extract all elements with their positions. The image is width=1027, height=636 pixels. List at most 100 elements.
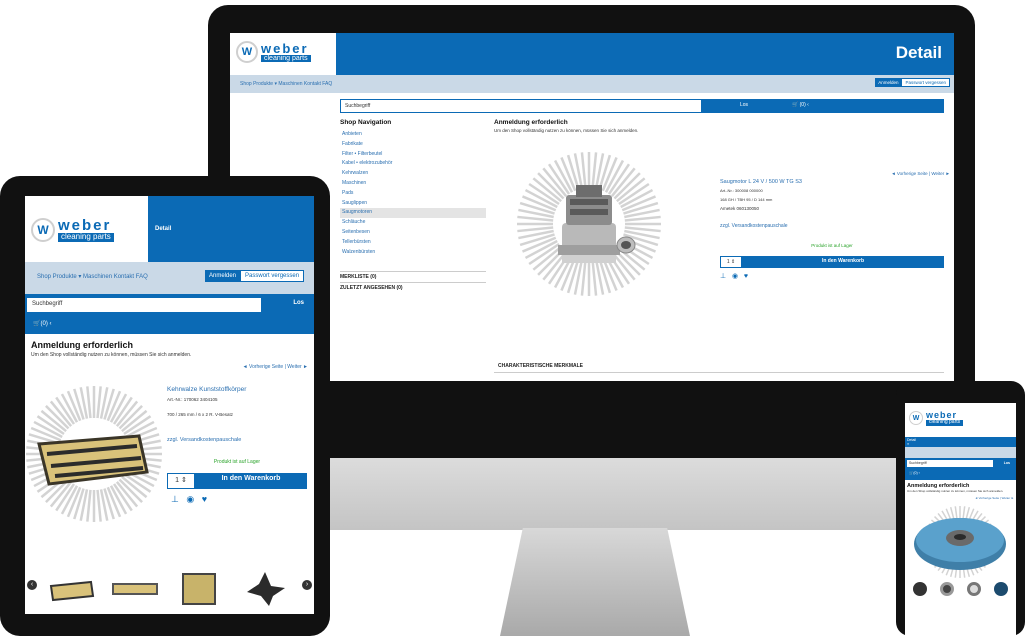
main-nav-links[interactable]: Shop Produkte ▾ Maschinen Kontakt FAQ — [240, 81, 332, 87]
product-image-vacuum-motor[interactable] — [514, 149, 664, 299]
product-name: Saugmotor L 24 V / 500 W TG S3 — [720, 179, 802, 185]
characteristics-section: CHARAKTERISTISCHE MERKMALE Produktgruppe… — [494, 357, 944, 381]
product-dimensions: 700 / 265 mm / 6 x 2 R. V-Besatz — [167, 412, 234, 417]
quantity-value: 1 — [726, 259, 730, 265]
thumbnail-4[interactable] — [241, 568, 289, 608]
quantity-stepper[interactable]: 1 ⇕ — [167, 473, 195, 489]
shipping-link[interactable]: zzgl. Versandkostenpauschale — [720, 223, 944, 229]
forgot-password-button[interactable]: Passwort vergessen — [240, 270, 305, 282]
category-list: Anbieten Fabrikate Filter • Filterbeutel Ka… — [340, 130, 486, 257]
tablet-device: W weber cleaning parts Detail Shop Produ… — [0, 176, 330, 636]
shop-nav-heading: Shop Navigation — [340, 119, 392, 126]
merkliste-toggle[interactable]: MERKLISTE (0) — [340, 271, 486, 282]
search-button[interactable]: Los — [702, 99, 786, 113]
login-required-heading: Anmeldung erforderlich — [494, 119, 568, 126]
stock-status: Produkt ist auf Lager — [811, 243, 853, 248]
search-button[interactable]: Los — [1004, 461, 1010, 465]
phone-nav-bar — [905, 447, 1016, 458]
phone-device: W weber cleaning parts Detail ≡ Suchbegr… — [896, 381, 1025, 636]
category-link[interactable]: Pads — [340, 189, 486, 199]
category-link[interactable]: Schläuche — [340, 218, 486, 228]
tablet-screen: W weber cleaning parts Detail Shop Produ… — [25, 196, 314, 614]
cart-button[interactable]: 🛒(0) ‹ — [33, 320, 51, 327]
desktop-screen: W weber cleaning parts Detail Shop Produ… — [230, 33, 954, 381]
search-input[interactable]: Suchbegriff — [340, 99, 702, 113]
category-link[interactable]: Kabel • elektrozubehör — [340, 159, 486, 169]
product-image-disc-brush[interactable] — [907, 506, 1014, 578]
add-to-cart-button[interactable]: In den Warenkorb — [195, 473, 307, 489]
thumbnail-2[interactable] — [111, 568, 159, 608]
category-link[interactable]: Kehrwalzen — [340, 169, 486, 179]
desktop-main-content: Anmeldung erforderlich Um den Shop volls… — [494, 119, 950, 373]
view-icon[interactable]: ◉ — [186, 494, 194, 504]
pager-links[interactable]: ◄ Vorherige Seite | Weiter ► — [907, 496, 1014, 500]
cart-button[interactable]: 🛒 (0) ‹ — [786, 99, 944, 113]
search-input[interactable]: Suchbegriff — [907, 460, 993, 467]
forgot-password-button[interactable]: Passwort vergessen — [901, 78, 950, 87]
weber-logo[interactable]: W weber cleaning parts — [909, 411, 964, 426]
previous-page-link[interactable]: ◄ Vorherige Seite — [243, 364, 284, 370]
cart-icon: 🛒 — [792, 102, 799, 108]
thumbnail-1[interactable] — [913, 582, 928, 596]
login-required-text: Um den Shop vollständig nutzen zu können… — [907, 489, 1004, 493]
tablet-header: W weber cleaning parts Detail — [25, 196, 314, 262]
page-title: Detail — [155, 226, 172, 232]
weber-logo[interactable]: W weber cleaning parts — [31, 218, 114, 242]
login-button[interactable]: Anmelden — [205, 270, 241, 282]
pager-separator: | — [284, 364, 286, 370]
cart-count: (0) ‹ — [913, 471, 920, 475]
phone-header: W weber cleaning parts — [905, 403, 1016, 437]
pin-icon[interactable]: ⊥ — [720, 273, 726, 280]
thumbnail-1[interactable] — [47, 568, 95, 608]
thumbnail-2[interactable] — [940, 582, 955, 596]
carousel-prev-icon[interactable]: ‹ — [27, 580, 37, 590]
ametek-number: Ametek 060130050 — [720, 206, 760, 211]
category-link[interactable]: Maschinen — [340, 179, 486, 189]
previous-page-link[interactable]: ◄ Vorherige Seite — [891, 171, 927, 176]
carousel-next-icon[interactable]: › — [302, 580, 312, 590]
desktop-search-bar: Suchbegriff Los 🛒 (0) ‹ — [340, 99, 944, 113]
pin-icon[interactable]: ⊥ — [171, 494, 179, 504]
next-page-link[interactable]: Weiter ► — [931, 171, 950, 176]
product-image-sweeper-roller[interactable] — [25, 384, 169, 524]
next-page-link[interactable]: Weiter ► — [287, 364, 308, 370]
thumbnail-3[interactable] — [175, 568, 223, 608]
table-row: ProduktgruppeSaugmotoren und Zubehör — [494, 373, 944, 381]
category-link[interactable]: Sauglippen — [340, 199, 486, 209]
characteristics-heading: CHARAKTERISTISCHE MERKMALE — [494, 357, 944, 373]
logo-badge: W — [909, 411, 923, 426]
menu-icon[interactable]: ≡ — [907, 442, 1014, 446]
category-link[interactable]: Tellerbürsten — [340, 238, 486, 248]
cart-button[interactable]: 🛒(0) ‹ — [909, 471, 920, 475]
logo-word: weber — [58, 217, 112, 235]
category-link[interactable]: Saugmotoren — [340, 208, 486, 219]
favorite-heart-icon[interactable]: ♥ — [744, 273, 748, 280]
weber-logo[interactable]: W weber cleaning parts — [236, 41, 311, 63]
desktop-nav-bar: Shop Produkte ▾ Maschinen Kontakt FAQ An… — [230, 75, 954, 93]
category-link[interactable]: Anbieten — [340, 130, 486, 140]
logo-tagline: cleaning parts — [926, 419, 964, 426]
search-input[interactable]: Suchbegriff — [27, 298, 261, 312]
quantity-stepper[interactable]: 1 ⇕ — [720, 256, 742, 268]
login-button[interactable]: Anmelden — [875, 78, 902, 87]
thumbnail-3[interactable] — [966, 582, 981, 596]
desktop-header: W weber cleaning parts Detail — [230, 33, 954, 75]
view-icon[interactable]: ◉ — [732, 273, 738, 280]
responsive-mockup-scene: W weber cleaning parts Detail Shop Produ… — [0, 0, 1027, 636]
phone-screen: W weber cleaning parts Detail ≡ Suchbegr… — [905, 403, 1016, 636]
category-link[interactable]: Seitenbesen — [340, 228, 486, 238]
category-link[interactable]: Walzenbürsten — [340, 248, 486, 258]
logo-word: weber — [261, 40, 309, 56]
category-link[interactable]: Filter • Filterbeutel — [340, 150, 486, 160]
shipping-link[interactable]: zzgl. Versandkostenpauschale — [167, 437, 307, 443]
main-nav-links[interactable]: Shop Produkte ▾ Maschinen Kontakt FAQ — [37, 273, 148, 280]
search-button[interactable]: Los — [293, 300, 304, 306]
favorite-heart-icon[interactable]: ♥ — [202, 494, 207, 504]
article-number: Art.-Nr.: 170062 3404105 — [167, 397, 218, 402]
cart-count: (0) ‹ — [40, 321, 52, 327]
thumbnail-4[interactable] — [993, 582, 1008, 596]
phone-search-bar: Suchbegriff Los 🛒(0) ‹ — [905, 458, 1016, 480]
category-link[interactable]: Fabrikate — [340, 140, 486, 150]
recently-viewed-toggle[interactable]: ZULETZT ANGESEHEN (0) — [340, 282, 486, 293]
add-to-cart-button[interactable]: In den Warenkorb — [742, 256, 944, 268]
